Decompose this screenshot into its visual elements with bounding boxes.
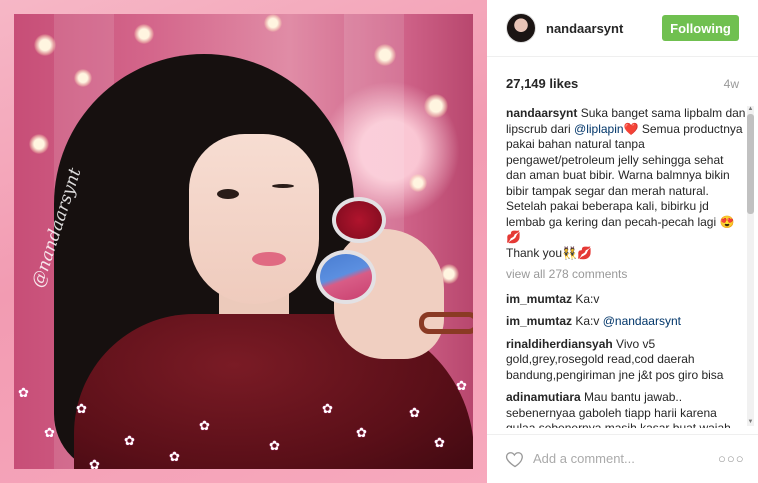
view-all-comments-link[interactable]: view all 278 comments (506, 267, 746, 283)
comment-username[interactable]: adinamutiara (506, 390, 581, 404)
scroll-up-arrow-icon[interactable]: ▲ (747, 106, 754, 113)
comment: im_mumtaz Ka:v (506, 292, 746, 308)
emoji: 👯💋 (562, 245, 592, 260)
comment-username[interactable]: im_mumtaz (506, 292, 572, 306)
more-options-icon[interactable]: ○○○ (718, 451, 745, 466)
comment: adinamutiara Mau bantu jawab.. sebenerny… (506, 390, 746, 428)
comment-text: Ka:v (572, 291, 600, 306)
flower-doodle: ✿ (89, 457, 100, 469)
bracelet (419, 312, 473, 334)
lips (252, 252, 286, 266)
post-photo[interactable]: @nandaarsynt ✿ ✿ ✿ ✿ ✿ ✿ ✿ ✿ ✿ ✿ ✿ ✿ ✿ (0, 0, 487, 483)
following-button[interactable]: Following (662, 15, 739, 41)
post-header: nandaarsynt Following (487, 0, 758, 57)
caption-mention[interactable]: @liplapin (574, 122, 624, 136)
post-caption: nandaarsynt Suka banget sama lipbalm dan… (506, 106, 746, 261)
scrollbar-thumb[interactable] (747, 114, 754, 214)
eye (217, 189, 239, 199)
comment-username[interactable]: im_mumtaz (506, 314, 572, 328)
heart-icon[interactable] (505, 449, 525, 469)
blue-pink-lip-balm-jar (316, 250, 376, 304)
heart-emoji: ❤️ (623, 121, 639, 136)
flower-doodle: ✿ (124, 433, 135, 448)
flower-doodle: ✿ (356, 425, 367, 440)
flower-doodle: ✿ (456, 378, 467, 393)
caption-text: Thank you (506, 245, 563, 260)
likes-count[interactable]: 27,149 likes (506, 76, 578, 91)
bokeh-light (424, 94, 448, 118)
bokeh-light (374, 44, 396, 66)
flower-doodle: ✿ (18, 385, 29, 400)
comment: im_mumtaz Ka:v @nandaarsynt (506, 314, 746, 330)
bokeh-light (134, 24, 154, 44)
red-lip-scrub-jar (332, 197, 386, 243)
flower-doodle: ✿ (199, 418, 210, 433)
comment: rinaldiherdiansyah Vivo v5 gold,grey,ros… (506, 337, 746, 384)
flower-doodle: ✿ (44, 425, 55, 440)
bokeh-light (409, 174, 427, 192)
eye-winking (272, 184, 294, 188)
comments-scrollbar[interactable]: ▲ ▼ (747, 106, 754, 426)
bokeh-light (264, 14, 282, 32)
post-username[interactable]: nandaarsynt (546, 21, 623, 36)
comment-username[interactable]: rinaldiherdiansyah (506, 337, 613, 351)
post-footer: Add a comment... ○○○ (487, 434, 758, 483)
bokeh-light (74, 69, 92, 87)
scroll-down-arrow-icon[interactable]: ▼ (747, 419, 754, 426)
comment-text: Ka:v (572, 314, 603, 328)
flower-doodle: ✿ (269, 438, 280, 453)
flower-doodle: ✿ (76, 401, 87, 416)
likes-row: 27,149 likes 4w (506, 76, 739, 94)
flower-doodle: ✿ (169, 449, 180, 464)
flower-doodle: ✿ (434, 435, 445, 450)
flower-doodle: ✿ (322, 401, 333, 416)
comment-mention[interactable]: @nandaarsynt (603, 314, 681, 328)
avatar[interactable] (506, 13, 536, 43)
bokeh-light (29, 134, 49, 154)
post-time[interactable]: 4w (724, 77, 739, 91)
comments-list[interactable]: nandaarsynt Suka banget sama lipbalm dan… (506, 106, 746, 428)
face (189, 134, 319, 304)
caption-text: Semua productnya pakai bahan natural tan… (506, 121, 743, 229)
caption-username[interactable]: nandaarsynt (506, 106, 577, 120)
flower-doodle: ✿ (409, 405, 420, 420)
photo-content: @nandaarsynt ✿ ✿ ✿ ✿ ✿ ✿ ✿ ✿ ✿ ✿ ✿ ✿ ✿ (14, 14, 473, 469)
bokeh-light (34, 34, 56, 56)
post-sidebar: nandaarsynt Following 27,149 likes 4w na… (487, 0, 758, 483)
add-comment-input[interactable]: Add a comment... (533, 451, 635, 466)
